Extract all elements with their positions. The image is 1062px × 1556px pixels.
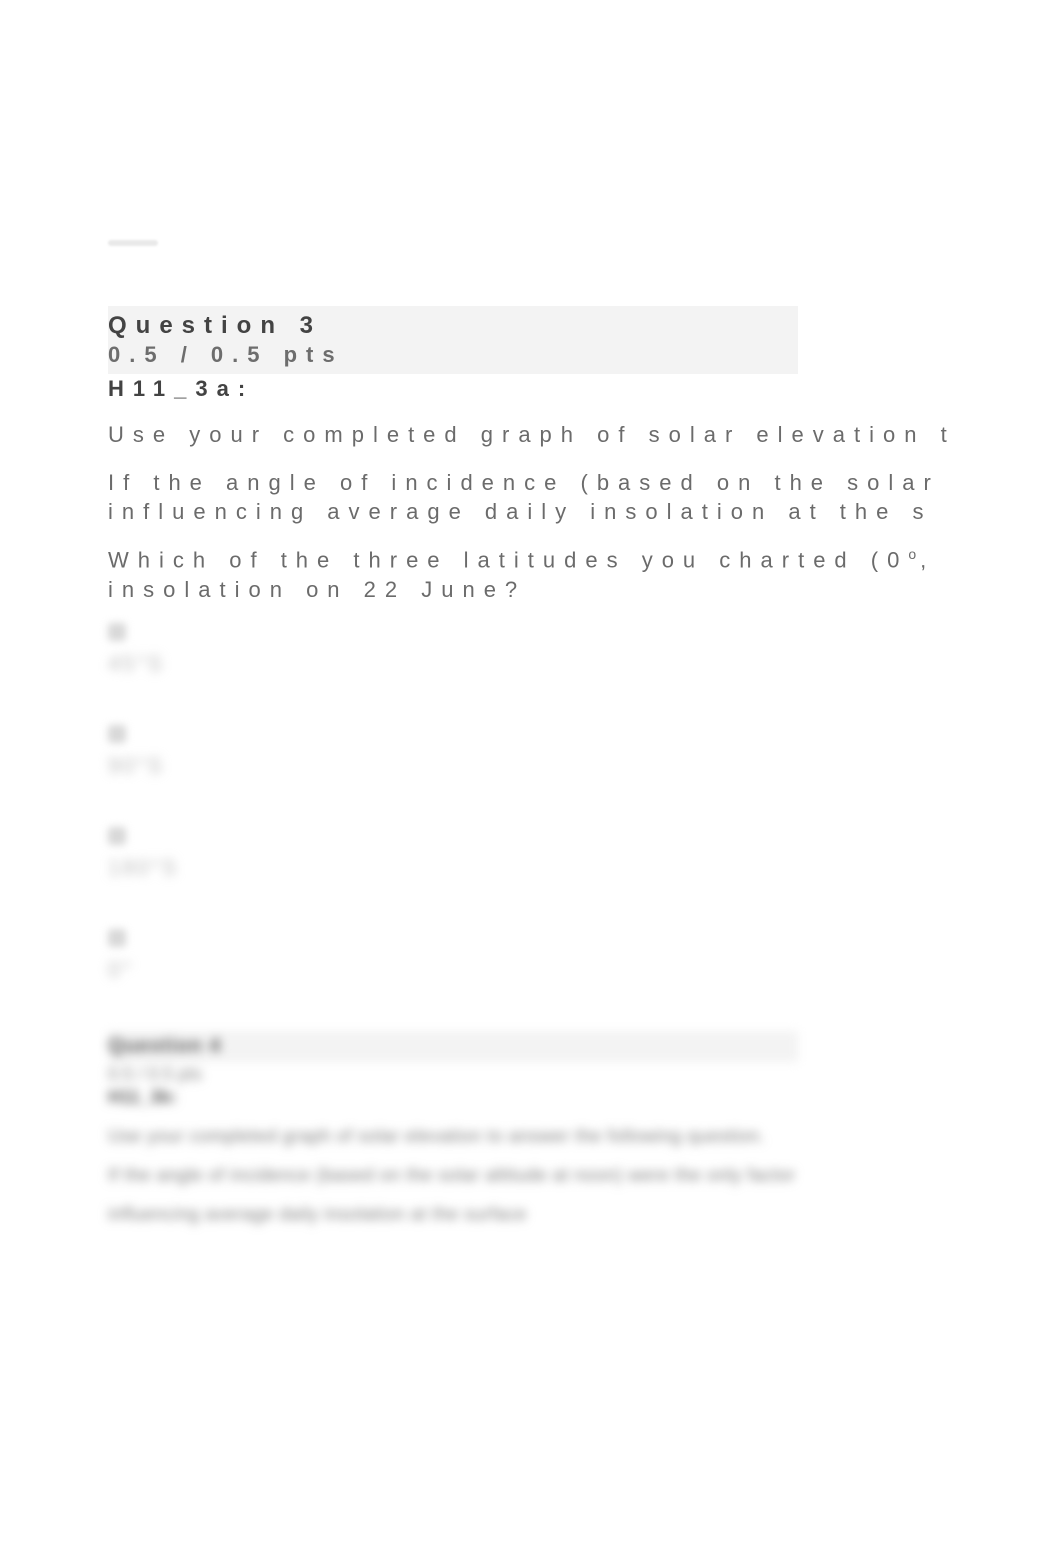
question-body-line-1: Use your completed graph of solar elevat… <box>108 420 1062 450</box>
radio-icon <box>108 929 126 947</box>
answer-option[interactable]: 180°S <box>108 827 1062 881</box>
question-body-blurred-line-3: influencing average daily insolation at … <box>108 1204 1062 1225</box>
question-header-blurred: Question 4 <box>108 1031 798 1062</box>
question-points-blurred: 0.5 / 0.5 pts <box>108 1064 1062 1085</box>
question-title-blurred: Question 4 <box>108 1035 798 1058</box>
text-span: Which of the three latitudes you charted… <box>108 547 908 572</box>
text-span: , <box>920 547 935 572</box>
question-body-blurred-line-1: Use your completed graph of solar elevat… <box>108 1126 1062 1147</box>
option-label: 180°S <box>108 855 1062 881</box>
option-label: 0° <box>108 957 1062 983</box>
answer-option[interactable]: 45°S <box>108 623 1062 677</box>
answer-options: 45°S 90°S 180°S 0° <box>108 623 1062 983</box>
radio-icon <box>108 725 126 743</box>
radio-icon <box>108 623 126 641</box>
question-header: Question 3 0.5 / 0.5 pts <box>108 306 798 374</box>
question-title: Question 3 <box>108 306 798 342</box>
text-span: influencing average daily insolation at … <box>108 499 933 524</box>
option-label: 90°S <box>108 753 1062 779</box>
degree-superscript: o <box>908 546 920 562</box>
top-mark <box>108 240 158 246</box>
question-3: Question 3 0.5 / 0.5 pts H11_3a: Use you… <box>108 306 1062 983</box>
text-span: If the angle of incidence (based on the … <box>108 470 940 495</box>
option-label: 45°S <box>108 651 1062 677</box>
text-span: insolation on 22 June? <box>108 577 526 602</box>
question-code: H11_3a: <box>108 376 1062 402</box>
answer-option[interactable]: 0° <box>108 929 1062 983</box>
question-points: 0.5 / 0.5 pts <box>108 342 798 374</box>
question-body-line-3: Which of the three latitudes you charted… <box>108 545 1062 605</box>
question-body-line-2: If the angle of incidence (based on the … <box>108 468 1062 527</box>
question-content: Question 3 0.5 / 0.5 pts H11_3a: Use you… <box>108 240 1062 1225</box>
question-code-blurred: H11_3b: <box>108 1087 1062 1108</box>
question-body-blurred-line-2: If the angle of incidence (based on the … <box>108 1165 1062 1186</box>
question-4-blurred: Question 4 0.5 / 0.5 pts H11_3b: Use you… <box>108 1031 1062 1225</box>
radio-icon <box>108 827 126 845</box>
answer-option[interactable]: 90°S <box>108 725 1062 779</box>
